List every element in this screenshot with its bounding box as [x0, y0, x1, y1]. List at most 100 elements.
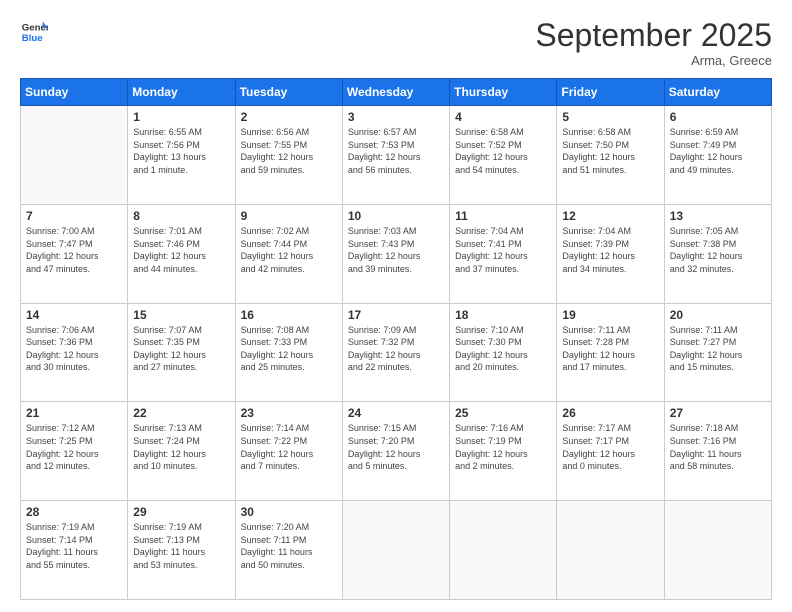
table-row: 15 Sunrise: 7:07 AM Sunset: 7:35 PM Dayli…	[128, 303, 235, 402]
location: Arma, Greece	[535, 53, 772, 68]
day-number: 6	[670, 110, 766, 124]
table-row: 1 Sunrise: 6:55 AM Sunset: 7:56 PM Daylig…	[128, 106, 235, 205]
month-title: September 2025	[535, 18, 772, 53]
day-number: 15	[133, 308, 229, 322]
calendar-header-row: Sunday Monday Tuesday Wednesday Thursday…	[21, 79, 772, 106]
day-number: 16	[241, 308, 337, 322]
day-info: Sunrise: 7:03 AM Sunset: 7:43 PM Dayligh…	[348, 225, 444, 275]
day-info: Sunrise: 7:15 AM Sunset: 7:20 PM Dayligh…	[348, 422, 444, 472]
day-number: 29	[133, 505, 229, 519]
day-number: 28	[26, 505, 122, 519]
day-info: Sunrise: 7:04 AM Sunset: 7:41 PM Dayligh…	[455, 225, 551, 275]
day-info: Sunrise: 7:12 AM Sunset: 7:25 PM Dayligh…	[26, 422, 122, 472]
day-number: 19	[562, 308, 658, 322]
day-info: Sunrise: 7:04 AM Sunset: 7:39 PM Dayligh…	[562, 225, 658, 275]
day-info: Sunrise: 7:07 AM Sunset: 7:35 PM Dayligh…	[133, 324, 229, 374]
day-info: Sunrise: 7:06 AM Sunset: 7:36 PM Dayligh…	[26, 324, 122, 374]
table-row: 12Sunrise: 7:04 AM Sunset: 7:39 PM Dayli…	[557, 204, 664, 303]
day-info: Sunrise: 7:11 AM Sunset: 7:27 PM Dayligh…	[670, 324, 766, 374]
day-number: 25	[455, 406, 551, 420]
table-row: 29Sunrise: 7:19 AM Sunset: 7:13 PM Dayli…	[128, 501, 235, 600]
day-info: Sunrise: 7:13 AM Sunset: 7:24 PM Dayligh…	[133, 422, 229, 472]
day-info: Sunrise: 6:58 AM Sunset: 7:52 PM Dayligh…	[455, 126, 551, 176]
table-row: 26 Sunrise: 7:17 AM Sunset: 7:17 PM Dayli…	[557, 402, 664, 501]
table-row: 7 Sunrise: 7:00 AM Sunset: 7:47 PM Daylig…	[21, 204, 128, 303]
day-info: Sunrise: 7:09 AM Sunset: 7:32 PM Dayligh…	[348, 324, 444, 374]
day-number: 26	[562, 406, 658, 420]
svg-text:Blue: Blue	[22, 33, 43, 44]
day-number: 7	[26, 209, 122, 223]
day-number: 27	[670, 406, 766, 420]
table-row: 5 Sunrise: 6:58 AM Sunset: 7:50 PM Daylig…	[557, 106, 664, 205]
table-row: 9 Sunrise: 7:02 AM Sunset: 7:44 PM Daylig…	[235, 204, 342, 303]
day-info: Sunrise: 7:20 AM Sunset: 7:11 PM Dayligh…	[241, 521, 337, 571]
table-row: 27 Sunrise: 7:18 AM Sunset: 7:16 PM Dayli…	[664, 402, 771, 501]
day-number: 24	[348, 406, 444, 420]
day-info: Sunrise: 6:56 AM Sunset: 7:55 PM Dayligh…	[241, 126, 337, 176]
day-info: Sunrise: 7:14 AM Sunset: 7:22 PM Dayligh…	[241, 422, 337, 472]
day-info: Sunrise: 6:55 AM Sunset: 7:56 PM Dayligh…	[133, 126, 229, 176]
table-row: 20 Sunrise: 7:11 AM Sunset: 7:27 PM Dayli…	[664, 303, 771, 402]
day-info: Sunrise: 7:19 AM Sunset: 7:14 PM Dayligh…	[26, 521, 122, 571]
day-info: Sunrise: 7:10 AM Sunset: 7:30 PM Dayligh…	[455, 324, 551, 374]
table-row: 28 Sunrise: 7:19 AM Sunset: 7:14 PM Dayli…	[21, 501, 128, 600]
day-number: 23	[241, 406, 337, 420]
day-info: Sunrise: 6:57 AM Sunset: 7:53 PM Dayligh…	[348, 126, 444, 176]
table-row: 4 Sunrise: 6:58 AM Sunset: 7:52 PM Daylig…	[450, 106, 557, 205]
table-row	[557, 501, 664, 600]
col-sunday: Sunday	[21, 79, 128, 106]
day-number: 4	[455, 110, 551, 124]
day-number: 30	[241, 505, 337, 519]
day-number: 10	[348, 209, 444, 223]
logo: General Blue	[20, 18, 48, 46]
col-thursday: Thursday	[450, 79, 557, 106]
table-row: 23 Sunrise: 7:14 AM Sunset: 7:22 PM Dayli…	[235, 402, 342, 501]
table-row: 17 Sunrise: 7:09 AM Sunset: 7:32 PM Dayli…	[342, 303, 449, 402]
day-info: Sunrise: 7:08 AM Sunset: 7:33 PM Dayligh…	[241, 324, 337, 374]
day-number: 13	[670, 209, 766, 223]
day-info: Sunrise: 7:18 AM Sunset: 7:16 PM Dayligh…	[670, 422, 766, 472]
day-number: 17	[348, 308, 444, 322]
table-row: 30 Sunrise: 7:20 AM Sunset: 7:11 PM Dayli…	[235, 501, 342, 600]
table-row	[342, 501, 449, 600]
day-number: 9	[241, 209, 337, 223]
table-row: 22Sunrise: 7:13 AM Sunset: 7:24 PM Dayli…	[128, 402, 235, 501]
table-row: 16 Sunrise: 7:08 AM Sunset: 7:33 PM Dayli…	[235, 303, 342, 402]
table-row: 25Sunrise: 7:16 AM Sunset: 7:19 PM Dayli…	[450, 402, 557, 501]
day-info: Sunrise: 7:17 AM Sunset: 7:17 PM Dayligh…	[562, 422, 658, 472]
table-row	[664, 501, 771, 600]
calendar-week-row: 1 Sunrise: 6:55 AM Sunset: 7:56 PM Daylig…	[21, 106, 772, 205]
table-row: 3 Sunrise: 6:57 AM Sunset: 7:53 PM Daylig…	[342, 106, 449, 205]
table-row: 24 Sunrise: 7:15 AM Sunset: 7:20 PM Dayli…	[342, 402, 449, 501]
table-row: 14 Sunrise: 7:06 AM Sunset: 7:36 PM Dayli…	[21, 303, 128, 402]
table-row	[21, 106, 128, 205]
day-info: Sunrise: 7:02 AM Sunset: 7:44 PM Dayligh…	[241, 225, 337, 275]
day-number: 20	[670, 308, 766, 322]
calendar-week-row: 21Sunrise: 7:12 AM Sunset: 7:25 PM Dayli…	[21, 402, 772, 501]
table-row	[450, 501, 557, 600]
day-number: 1	[133, 110, 229, 124]
table-row: 21Sunrise: 7:12 AM Sunset: 7:25 PM Dayli…	[21, 402, 128, 501]
col-wednesday: Wednesday	[342, 79, 449, 106]
page: General Blue September 2025 Arma, Greece…	[0, 0, 792, 612]
day-info: Sunrise: 7:01 AM Sunset: 7:46 PM Dayligh…	[133, 225, 229, 275]
day-number: 14	[26, 308, 122, 322]
calendar-week-row: 14 Sunrise: 7:06 AM Sunset: 7:36 PM Dayli…	[21, 303, 772, 402]
calendar-week-row: 28 Sunrise: 7:19 AM Sunset: 7:14 PM Dayli…	[21, 501, 772, 600]
day-number: 11	[455, 209, 551, 223]
logo-icon: General Blue	[20, 18, 48, 46]
day-number: 5	[562, 110, 658, 124]
day-number: 18	[455, 308, 551, 322]
day-info: Sunrise: 7:00 AM Sunset: 7:47 PM Dayligh…	[26, 225, 122, 275]
table-row: 11 Sunrise: 7:04 AM Sunset: 7:41 PM Dayli…	[450, 204, 557, 303]
calendar-week-row: 7 Sunrise: 7:00 AM Sunset: 7:47 PM Daylig…	[21, 204, 772, 303]
day-info: Sunrise: 7:05 AM Sunset: 7:38 PM Dayligh…	[670, 225, 766, 275]
col-monday: Monday	[128, 79, 235, 106]
day-number: 3	[348, 110, 444, 124]
col-friday: Friday	[557, 79, 664, 106]
table-row: 10 Sunrise: 7:03 AM Sunset: 7:43 PM Dayli…	[342, 204, 449, 303]
calendar-table: Sunday Monday Tuesday Wednesday Thursday…	[20, 78, 772, 600]
table-row: 19Sunrise: 7:11 AM Sunset: 7:28 PM Dayli…	[557, 303, 664, 402]
day-number: 2	[241, 110, 337, 124]
day-info: Sunrise: 6:58 AM Sunset: 7:50 PM Dayligh…	[562, 126, 658, 176]
